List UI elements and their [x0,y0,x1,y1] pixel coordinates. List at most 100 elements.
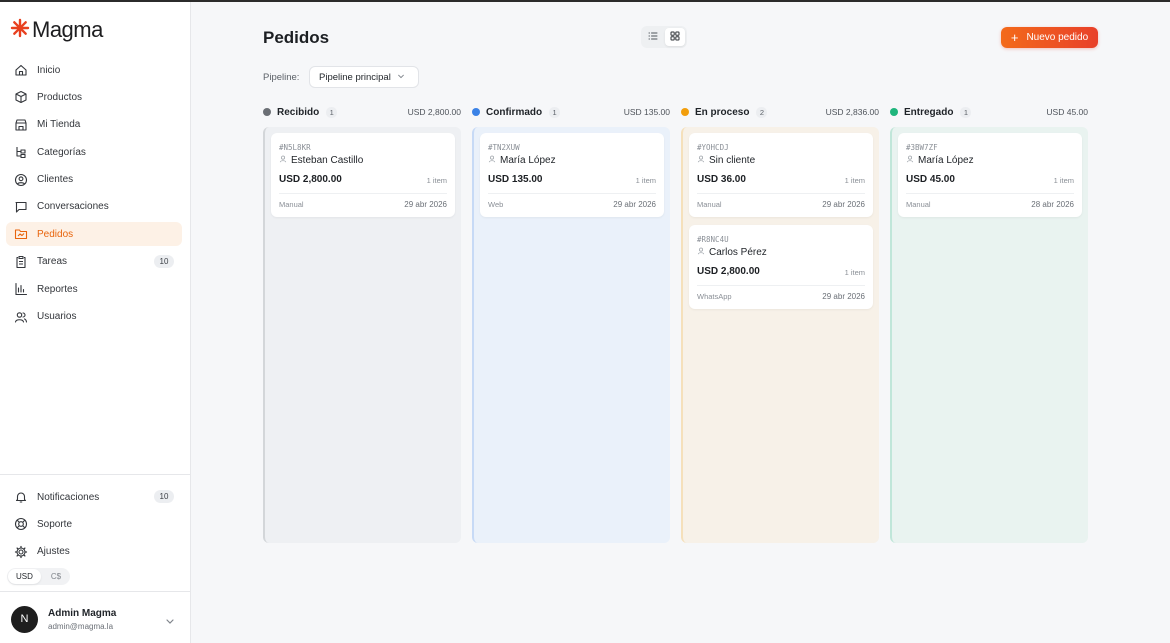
sidebar-item-tareas[interactable]: Tareas 10 [6,250,182,274]
sidebar-item-label: Usuarios [37,311,77,323]
order-card[interactable]: #R8NC4U Carlos Pérez USD 2,800.00 1 item Wha… [689,225,873,309]
new-order-label: Nuevo pedido [1026,32,1089,43]
sidebar-item-soporte[interactable]: Soporte [6,512,182,536]
sidebar-item-label: Productos [37,91,83,103]
currency-switch: USD C$ [7,568,71,585]
user-email: admin@magma.la [48,621,114,631]
user-icon [488,155,500,166]
column-count-badge: 1 [549,106,561,118]
pipeline-select[interactable]: Pipeline principal [309,66,419,88]
customer-name: Esteban Castillo [291,155,364,166]
home-icon [14,63,28,77]
divider [0,474,191,475]
sidebar-item-clientes[interactable]: Clientes [6,168,182,192]
sidebar-item-inicio[interactable]: Inicio [6,58,182,82]
sidebar: Magma Inicio Productos Mi Tienda Categorías… [0,2,191,643]
order-date: 29 abr 2026 [822,200,865,209]
column-en-proceso[interactable]: #YOHCDJ Sin cliente USD 36.00 1 item Manual 2… [681,127,879,543]
tree-icon [14,145,28,159]
customer-name: Carlos Pérez [709,247,767,258]
chat-icon [14,200,28,214]
column-total: USD 45.00 [1046,107,1088,117]
order-source: Manual [906,200,931,209]
board-view-button[interactable] [665,28,685,46]
column-count-badge: 1 [960,106,972,118]
order-customer: María López [906,155,974,166]
chevron-down-icon [165,613,175,624]
column-header: Entregado 1 USD 45.00 [890,105,1088,119]
order-card[interactable]: #N5L8KR Esteban Castillo USD 2,800.00 1 ite… [271,133,455,217]
order-customer: María López [488,155,556,166]
sidebar-item-label: Clientes [37,174,74,186]
sidebar-item-conversaciones[interactable]: Conversaciones [6,195,182,219]
column-title: Confirmado [486,106,543,118]
divider [488,193,656,194]
order-id: #N5L8KR [279,143,311,152]
order-date: 28 abr 2026 [1031,200,1074,209]
list-view-button[interactable] [643,28,663,46]
order-card[interactable]: #TN2XUW María López USD 135.00 1 item Web 29 … [480,133,664,217]
order-items: 1 item [1053,176,1074,185]
order-items: 1 item [844,268,865,277]
column-title: En proceso [695,106,750,118]
customer-name: María López [500,155,556,166]
clipboard-icon [14,255,28,269]
new-order-button[interactable]: + Nuevo pedido [1001,27,1098,48]
order-id: #3BW7ZF [906,143,938,152]
column-title: Entregado [904,106,954,118]
order-source: Manual [697,200,722,209]
sidebar-item-notificaciones[interactable]: Notificaciones 10 [6,485,182,509]
sidebar-item-mi-tienda[interactable]: Mi Tienda [6,113,182,137]
pipeline-label: Pipeline: [263,72,300,83]
order-card[interactable]: #YOHCDJ Sin cliente USD 36.00 1 item Manual 2… [689,133,873,217]
column-confirmado[interactable]: #TN2XUW María López USD 135.00 1 item Web 29 … [472,127,670,543]
count-badge: 10 [154,254,174,268]
sidebar-item-usuarios[interactable]: Usuarios [6,305,182,329]
grid-icon [670,28,680,46]
user-icon [697,155,709,166]
status-dot [472,108,480,116]
user-info: Admin Magma admin@magma.la [48,608,116,631]
user-icon [697,247,709,258]
sidebar-item-pedidos[interactable]: Pedidos [6,222,182,247]
order-customer: Esteban Castillo [279,155,363,166]
customer-name: María López [918,155,974,166]
sidebar-item-label: Reportes [37,283,78,295]
order-card[interactable]: #3BW7ZF María López USD 45.00 1 item Manual 2… [898,133,1082,217]
status-dot [263,108,271,116]
order-amount: USD 2,800.00 [697,266,760,277]
column-recibido[interactable]: #N5L8KR Esteban Castillo USD 2,800.00 1 ite… [263,127,461,543]
avatar: N [11,605,38,633]
currency-option-cordoba[interactable]: C$ [43,569,69,584]
order-amount: USD 135.00 [488,174,543,185]
divider [279,193,447,194]
logo-text: Magma [32,17,103,42]
order-date: 29 abr 2026 [404,200,447,209]
sidebar-item-ajustes[interactable]: Ajustes [6,540,182,564]
sidebar-item-label: Conversaciones [37,201,109,213]
sidebar-item-label: Inicio [37,64,61,76]
count-badge: 10 [154,490,174,503]
sidebar-item-label: Ajustes [37,546,70,558]
plus-icon: + [1010,29,1019,45]
order-amount: USD 36.00 [697,174,746,185]
sidebar-item-label: Mi Tienda [37,119,81,131]
logo[interactable]: Magma [10,17,103,43]
order-id: #YOHCDJ [697,143,729,152]
user-menu[interactable]: N Admin Magma admin@magma.la [11,604,181,634]
sidebar-item-label: Pedidos [37,228,74,240]
order-amount: USD 45.00 [906,174,955,185]
sidebar-item-categorias[interactable]: Categorías [6,140,182,164]
order-id: #R8NC4U [697,235,729,244]
sidebar-item-label: Soporte [37,518,73,530]
currency-option-usd[interactable]: USD [8,569,41,584]
divider [697,193,865,194]
column-total: USD 135.00 [623,107,670,117]
divider [697,285,865,286]
order-id: #TN2XUW [488,143,520,152]
sidebar-item-productos[interactable]: Productos [6,85,182,109]
column-entregado[interactable]: #3BW7ZF María López USD 45.00 1 item Manual 2… [890,127,1088,543]
sidebar-item-reportes[interactable]: Reportes [6,277,182,301]
user-name: Admin Magma [48,607,117,619]
page-title: Pedidos [263,28,330,47]
